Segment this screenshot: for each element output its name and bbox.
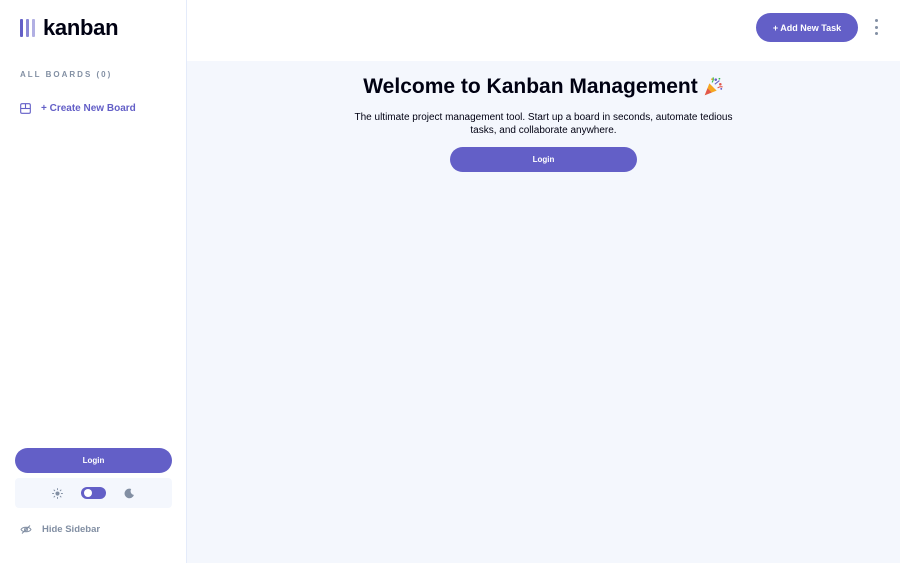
moon-icon bbox=[124, 488, 134, 498]
welcome-title: Welcome to Kanban Management bbox=[363, 75, 698, 98]
theme-toggle-knob bbox=[84, 489, 92, 497]
theme-toggle[interactable] bbox=[81, 487, 106, 499]
sidebar-login-button[interactable]: Login bbox=[15, 448, 172, 473]
kebab-menu-icon[interactable] bbox=[872, 19, 880, 35]
theme-switcher bbox=[15, 478, 172, 508]
party-popper-icon bbox=[704, 77, 723, 96]
hide-sidebar-button[interactable]: Hide Sidebar bbox=[20, 521, 100, 537]
main-content: Welcome to Kanban Management The ultimat… bbox=[187, 61, 900, 563]
kanban-app: kanban ALL BOARDS (0) + Create New Board… bbox=[0, 0, 900, 563]
sidebar: kanban ALL BOARDS (0) + Create New Board… bbox=[0, 0, 187, 563]
main-login-button[interactable]: Login bbox=[450, 147, 637, 172]
hide-sidebar-label: Hide Sidebar bbox=[42, 523, 101, 535]
add-new-task-button[interactable]: + Add New Task bbox=[756, 13, 858, 42]
eye-slash-icon bbox=[20, 524, 32, 534]
create-new-board-button[interactable]: + Create New Board bbox=[20, 100, 136, 116]
kanban-logo-icon bbox=[20, 19, 35, 37]
app-name: kanban bbox=[43, 15, 119, 40]
top-header: + Add New Task bbox=[187, 0, 900, 61]
app-logo: kanban bbox=[20, 15, 119, 41]
all-boards-heading: ALL BOARDS (0) bbox=[20, 70, 113, 79]
welcome-description: The ultimate project management tool. St… bbox=[354, 112, 733, 136]
welcome-heading: Welcome to Kanban Management bbox=[187, 75, 900, 99]
sun-icon bbox=[52, 487, 63, 499]
board-icon bbox=[20, 102, 31, 114]
create-new-board-label: + Create New Board bbox=[41, 102, 136, 114]
